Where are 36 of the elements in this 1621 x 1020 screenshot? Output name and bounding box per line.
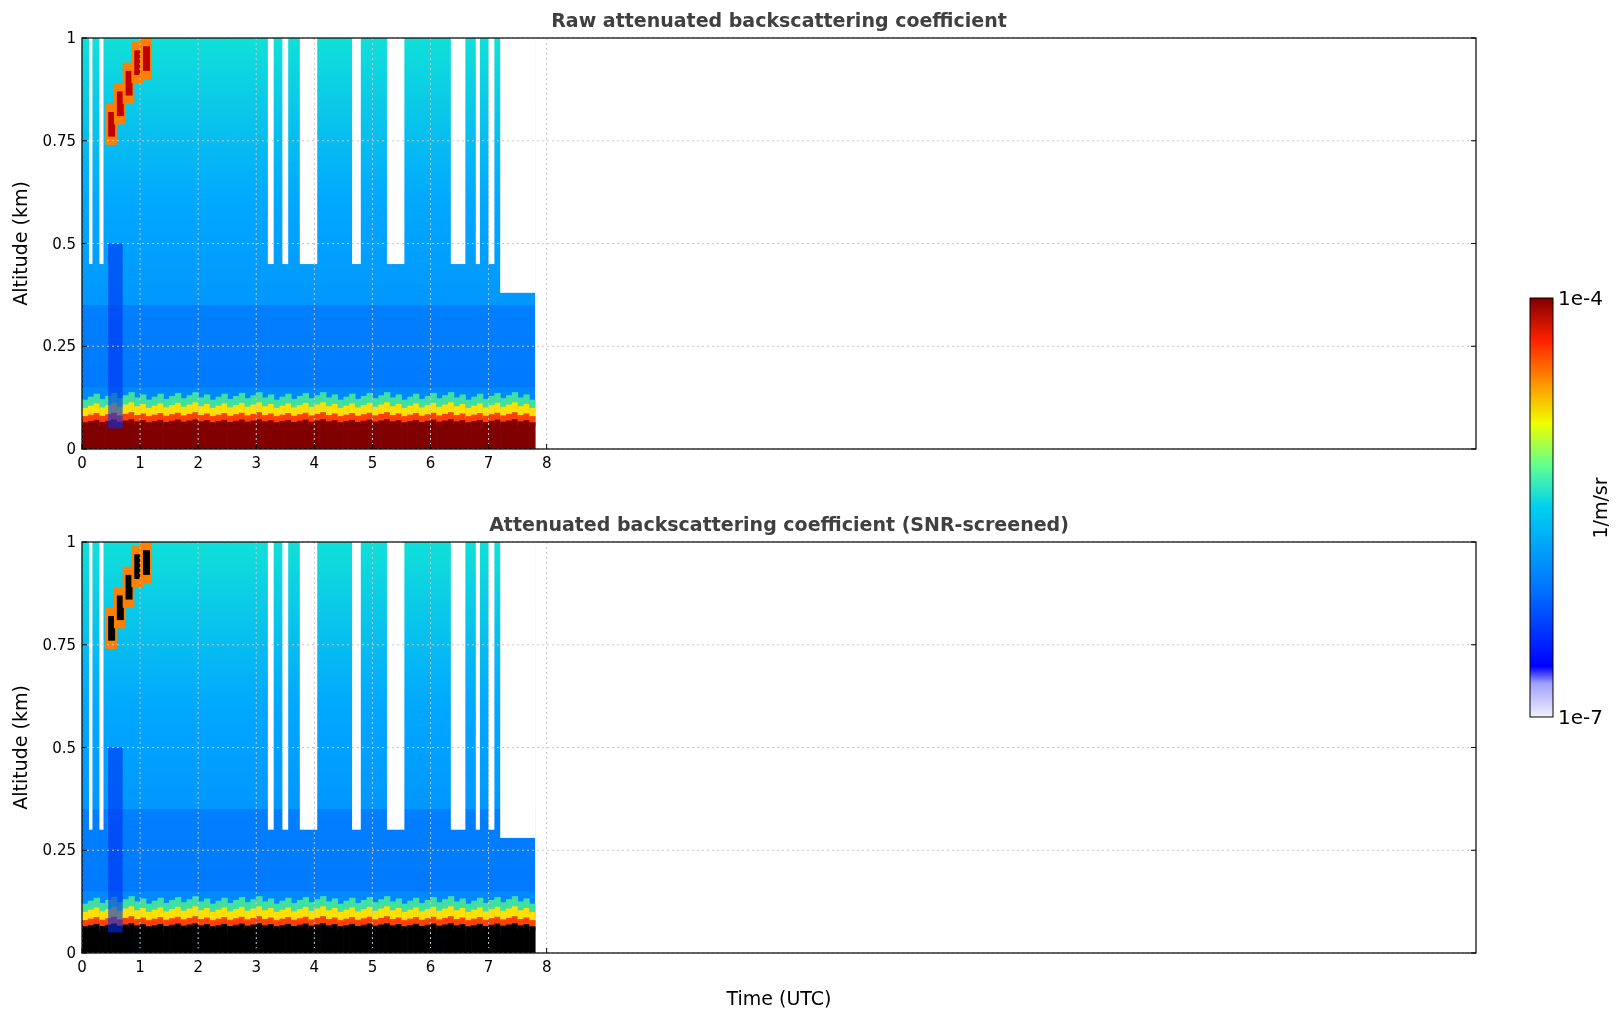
colorbar-max-label: 1e-4 bbox=[1558, 286, 1603, 310]
x-tick-label: 0 bbox=[77, 958, 87, 976]
x-tick-label: 3 bbox=[251, 958, 261, 976]
y-tick-label: 0.25 bbox=[42, 337, 76, 356]
y-tick-label: 0.75 bbox=[42, 131, 76, 150]
x-tick-label: 5 bbox=[367, 454, 378, 472]
y-tick-label: 1 bbox=[66, 29, 76, 47]
x-tick-label: 6 bbox=[425, 958, 436, 976]
x-tick-label: 2 bbox=[193, 958, 203, 976]
x-tick-label: 4 bbox=[309, 454, 320, 472]
y-tick-label: 0.5 bbox=[52, 738, 76, 757]
colorbar-min-label: 1e-7 bbox=[1558, 705, 1603, 729]
x-axis-label: Time (UTC) bbox=[726, 987, 832, 1009]
y-axis-label: Altitude (km) bbox=[9, 181, 31, 306]
x-tick-label: 6 bbox=[425, 454, 436, 472]
y-tick-label: 0.5 bbox=[52, 234, 76, 253]
x-tick-label: 7 bbox=[483, 958, 494, 976]
y-tick-label: 0 bbox=[66, 944, 76, 962]
x-tick-label: 8 bbox=[541, 958, 552, 976]
x-tick-label: 1 bbox=[135, 454, 145, 472]
x-tick-label: 2 bbox=[193, 454, 203, 472]
x-tick-label: 1 bbox=[135, 958, 145, 976]
x-tick-label: 8 bbox=[541, 454, 552, 472]
chart-title: Raw attenuated backscattering coefficient bbox=[551, 9, 1007, 31]
chart-title: Attenuated backscattering coefficient (SNR-screened) bbox=[489, 513, 1069, 535]
x-tick-label: 4 bbox=[309, 958, 320, 976]
colorbar-unit-label: 1/m/sr bbox=[1589, 477, 1611, 539]
x-tick-label: 5 bbox=[367, 958, 378, 976]
x-tick-label: 7 bbox=[483, 454, 494, 472]
y-tick-label: 0 bbox=[66, 440, 76, 458]
y-tick-label: 1 bbox=[66, 533, 76, 551]
y-tick-label: 0.25 bbox=[42, 841, 76, 860]
x-tick-label: 0 bbox=[77, 454, 87, 472]
y-axis-label: Altitude (km) bbox=[9, 685, 31, 810]
x-tick-label: 3 bbox=[251, 454, 261, 472]
y-tick-label: 0.75 bbox=[42, 635, 76, 654]
